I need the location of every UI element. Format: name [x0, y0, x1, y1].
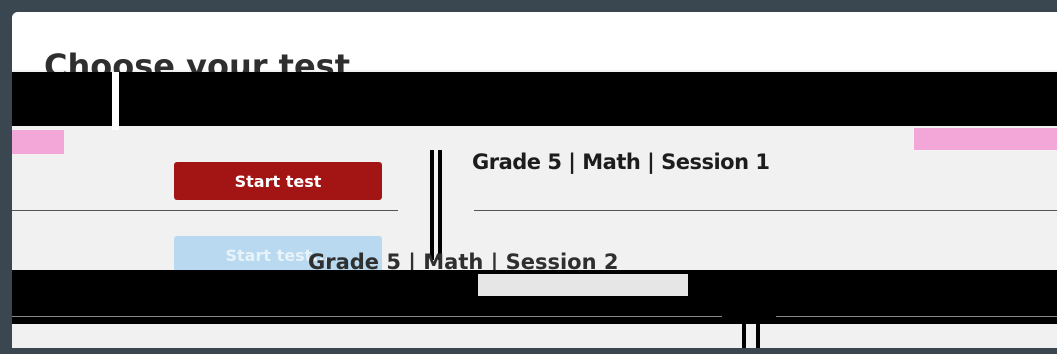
panel-bottom-edge: [12, 348, 1057, 354]
render-glitch-pink-left: [12, 130, 64, 154]
row-divider: [474, 210, 1057, 211]
render-glitch-block: [12, 72, 110, 116]
row-divider: [12, 316, 722, 317]
render-glitch-band: [12, 72, 1057, 126]
render-glitch-box: [478, 274, 688, 296]
render-glitch-pink-right: [914, 128, 1057, 150]
test-label-session-1: Grade 5 | Math | Session 1: [472, 150, 770, 174]
test-selection-panel: Choose your test Start test Grade 5 | Ma…: [12, 12, 1057, 354]
row-divider: [12, 210, 398, 211]
row-divider: [776, 316, 1057, 317]
render-glitch-divider: [742, 274, 746, 354]
render-glitch-strip: [112, 72, 119, 130]
render-glitch-divider: [756, 274, 760, 354]
render-glitch-divider: [430, 150, 434, 260]
render-glitch-divider: [438, 150, 442, 260]
start-test-button[interactable]: Start test: [174, 162, 382, 200]
